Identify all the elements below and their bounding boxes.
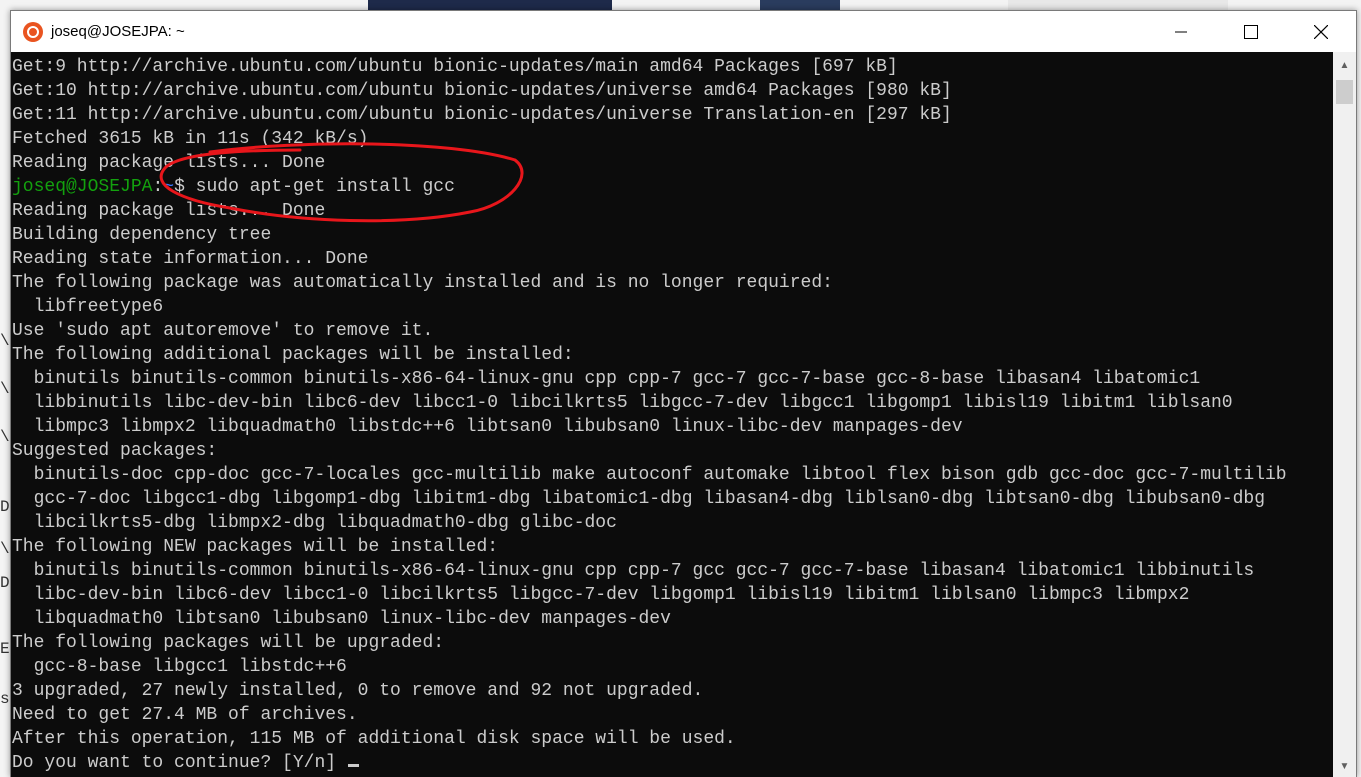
close-button[interactable] bbox=[1286, 11, 1356, 52]
prompt-line: joseq@JOSEJPA:~$ sudo apt-get install gc… bbox=[12, 177, 455, 197]
terminal-line: Need to get 27.4 MB of archives. bbox=[12, 705, 358, 725]
prompt-path: ~ bbox=[163, 177, 175, 197]
vertical-scrollbar[interactable]: ▲ ▼ bbox=[1333, 52, 1356, 777]
close-icon bbox=[1314, 24, 1328, 39]
terminal-line: gcc-7-doc libgcc1-dbg libgomp1-dbg libit… bbox=[12, 489, 1266, 509]
terminal-line: Get:10 http://archive.ubuntu.com/ubuntu … bbox=[12, 81, 952, 101]
scroll-up-arrow-icon[interactable]: ▲ bbox=[1333, 54, 1356, 76]
terminal-line: The following additional packages will b… bbox=[12, 345, 574, 365]
terminal-line: libquadmath0 libtsan0 libubsan0 linux-li… bbox=[12, 609, 671, 629]
terminal-text: Get:9 http://archive.ubuntu.com/ubuntu b… bbox=[11, 52, 1333, 775]
terminal-line: libbinutils libc-dev-bin libc6-dev libcc… bbox=[12, 393, 1233, 413]
terminal-line: libfreetype6 bbox=[12, 297, 164, 317]
minimize-button[interactable] bbox=[1146, 11, 1216, 52]
maximize-button[interactable] bbox=[1216, 11, 1286, 52]
terminal-line: Use 'sudo apt autoremove' to remove it. bbox=[12, 321, 434, 341]
desktop-background-left: \ \ \ D \ D E s bbox=[0, 10, 10, 777]
window-controls bbox=[1146, 11, 1356, 52]
terminal-line: Fetched 3615 kB in 11s (342 kB/s) bbox=[12, 129, 369, 149]
terminal-line: libc-dev-bin libc6-dev libcc1-0 libcilkr… bbox=[12, 585, 1190, 605]
terminal-cursor bbox=[347, 764, 359, 767]
terminal-line: libmpc3 libmpx2 libquadmath0 libstdc++6 … bbox=[12, 417, 963, 437]
desktop-thumbnail bbox=[368, 0, 612, 10]
title-bar[interactable]: joseq@JOSEJPA: ~ bbox=[11, 11, 1356, 52]
terminal-line: Get:9 http://archive.ubuntu.com/ubuntu b… bbox=[12, 57, 898, 77]
terminal-output[interactable]: Get:9 http://archive.ubuntu.com/ubuntu b… bbox=[11, 52, 1333, 777]
minimize-icon bbox=[1175, 31, 1187, 32]
terminal-line: Reading state information... Done bbox=[12, 249, 369, 269]
desktop-thumbnail bbox=[1008, 0, 1228, 10]
terminal-line: The following NEW packages will be insta… bbox=[12, 537, 499, 557]
maximize-icon bbox=[1244, 24, 1258, 39]
window-title: joseq@JOSEJPA: ~ bbox=[51, 23, 185, 40]
prompt-separator: : bbox=[152, 177, 164, 197]
command-text: sudo apt-get install gcc bbox=[195, 177, 455, 197]
prompt-user: joseq@JOSEJPA bbox=[12, 177, 153, 197]
terminal-line: binutils binutils-common binutils-x86-64… bbox=[12, 561, 1255, 581]
terminal-line: Reading package lists... Done bbox=[12, 201, 326, 221]
terminal-line: binutils binutils-common binutils-x86-64… bbox=[12, 369, 1201, 389]
terminal-line: The following package was automatically … bbox=[12, 273, 833, 293]
terminal-line: libcilkrts5-dbg libmpx2-dbg libquadmath0… bbox=[12, 513, 617, 533]
desktop-thumbnail bbox=[760, 0, 840, 10]
ubuntu-icon bbox=[23, 21, 43, 42]
terminal-line: The following packages will be upgraded: bbox=[12, 633, 445, 653]
terminal-line: Get:11 http://archive.ubuntu.com/ubuntu … bbox=[12, 105, 952, 125]
prompt-symbol: $ bbox=[174, 177, 196, 197]
terminal-line: 3 upgraded, 27 newly installed, 0 to rem… bbox=[12, 681, 704, 701]
scroll-down-arrow-icon[interactable]: ▼ bbox=[1333, 755, 1356, 777]
terminal-line: Reading package lists... Done bbox=[12, 153, 326, 173]
terminal-line: After this operation, 115 MB of addition… bbox=[12, 729, 736, 749]
continue-prompt: Do you want to continue? [Y/n] bbox=[12, 753, 347, 773]
terminal-line: Building dependency tree bbox=[12, 225, 272, 245]
terminal-line: Suggested packages: bbox=[12, 441, 218, 461]
terminal-line: binutils-doc cpp-doc gcc-7-locales gcc-m… bbox=[12, 465, 1287, 485]
scrollbar-thumb[interactable] bbox=[1336, 80, 1353, 104]
terminal-line: gcc-8-base libgcc1 libstdc++6 bbox=[12, 657, 347, 677]
terminal-window: joseq@JOSEJPA: ~ Get:9 http://archive.ub… bbox=[10, 10, 1357, 777]
